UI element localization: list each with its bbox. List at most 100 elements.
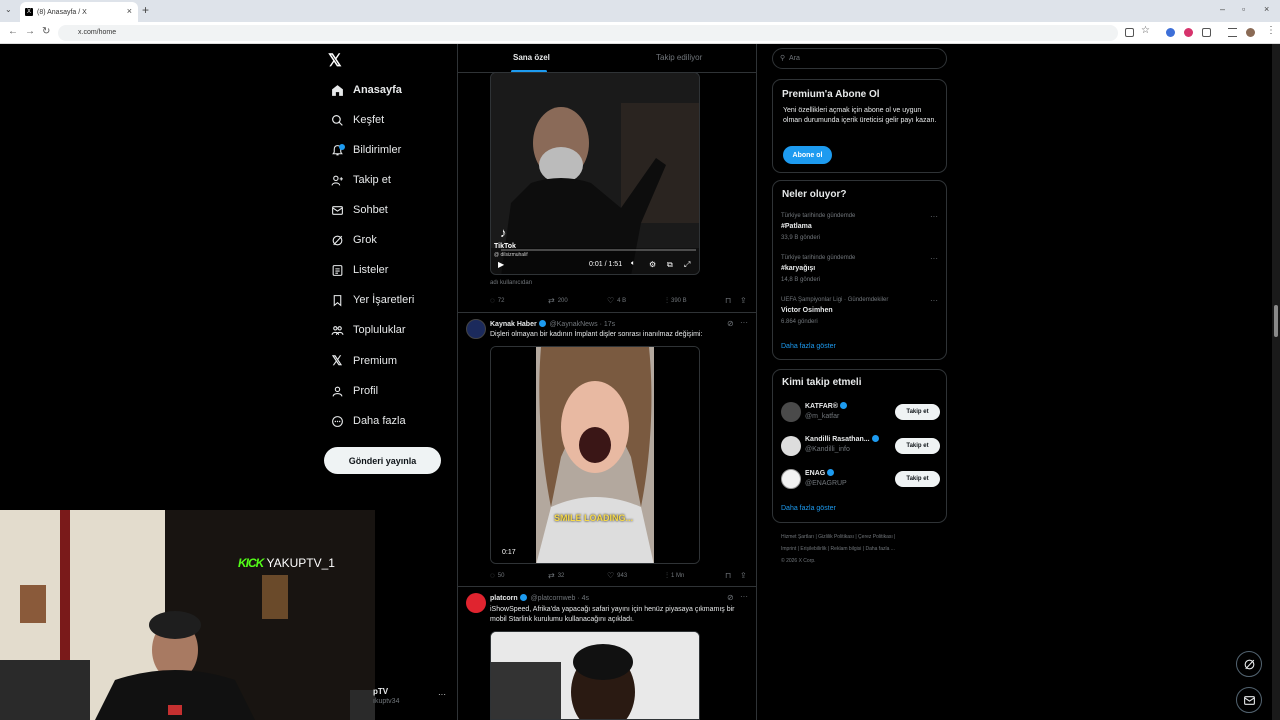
tab-following[interactable]: Takip ediliyor <box>656 53 702 62</box>
tab-close-icon[interactable]: × <box>127 6 132 16</box>
more-icon[interactable]: ··· <box>930 254 938 263</box>
sidebar-item-grok[interactable]: Grok <box>330 230 377 250</box>
bookmark-icon: ⊓ <box>725 296 732 305</box>
subscribe-button[interactable]: Abone ol <box>783 146 832 164</box>
sidebar-item-profile[interactable]: Profil <box>330 381 378 401</box>
trend-title[interactable]: Victor Osimhen <box>781 307 833 314</box>
avatar[interactable] <box>781 402 801 422</box>
post-video[interactable]: ♪ TikTok @ dilsizmuhalif ▶ 0:01 / 1:51 🔈… <box>490 72 700 275</box>
avatar[interactable] <box>466 593 486 613</box>
show-more-link[interactable]: Daha fazla göster <box>781 343 836 350</box>
play-icon[interactable]: ▶ <box>498 260 504 269</box>
star-icon[interactable]: ☆ <box>1141 25 1150 36</box>
post-image[interactable] <box>490 631 700 720</box>
view-count: 1 Mn <box>671 573 685 579</box>
reply-button[interactable]: ◌ 72 <box>490 296 504 305</box>
fullscreen-icon[interactable]: ⤢ <box>684 260 690 270</box>
extensions-icon[interactable] <box>1202 28 1211 37</box>
more-icon[interactable]: ··· <box>740 318 748 327</box>
footer-links[interactable]: Imprint | Erişilebilirlik | Reklam bilgi… <box>781 543 941 555</box>
sidebar-item-communities[interactable]: Topluluklar <box>330 320 406 340</box>
grok-explain-icon[interactable]: ⊘ <box>727 593 734 602</box>
sidebar-item-home[interactable]: Anasayfa <box>330 80 402 100</box>
sidebar-item-label: Daha fazla <box>353 415 406 427</box>
like-button[interactable]: ♡ 4 B <box>607 296 626 305</box>
author-handle[interactable]: @KaynakNews <box>550 321 598 328</box>
like-button[interactable]: ♡ 943 <box>607 571 627 580</box>
views-button[interactable]: ⫶ 1 Mn <box>666 571 684 581</box>
search-input[interactable]: ⚲ Ara <box>772 48 947 69</box>
sidebar-item-follow[interactable]: Takip et <box>330 170 391 190</box>
sidebar-item-notifications[interactable]: Bildirimler <box>330 140 401 160</box>
more-icon[interactable]: ··· <box>930 212 938 221</box>
minimize-icon[interactable]: – <box>1220 4 1225 14</box>
share-button[interactable]: ⇪ <box>740 571 750 580</box>
browser-tab[interactable]: X (8) Anasayfa / X × <box>20 2 138 22</box>
tab-for-you[interactable]: Sana özel <box>513 53 550 62</box>
post-time[interactable]: · 4s <box>577 595 589 602</box>
pip-icon[interactable]: ⧉ <box>667 260 673 270</box>
menu-icon[interactable]: ⋮ <box>1266 25 1276 36</box>
maximize-icon[interactable]: ▫ <box>1242 4 1245 14</box>
sidebar-item-messages[interactable]: Sohbet <box>330 200 388 220</box>
url-text: x.com/home <box>78 29 117 36</box>
messages-float-button[interactable] <box>1236 687 1262 713</box>
sidebar-item-lists[interactable]: Listeler <box>330 260 388 280</box>
volume-icon[interactable]: 🔈︎ <box>631 260 635 268</box>
follow-button[interactable]: Takip et <box>895 438 940 454</box>
more-icon[interactable]: ··· <box>740 592 748 601</box>
forward-icon[interactable]: → <box>25 26 35 37</box>
reload-icon[interactable]: ↻ <box>42 26 50 37</box>
trend-title[interactable]: #karyağışı <box>781 265 815 272</box>
post-button[interactable]: Gönderi yayınla <box>324 447 441 474</box>
share-button[interactable]: ⇪ <box>740 296 750 305</box>
reply-button[interactable]: ◌ 50 <box>490 571 504 580</box>
x-logo-icon[interactable]: 𝕏 <box>328 51 342 71</box>
author-name[interactable]: platcorn <box>490 595 518 602</box>
more-icon[interactable]: ··· <box>930 296 938 305</box>
new-tab-icon[interactable]: + <box>142 3 149 17</box>
feed-tabs: Sana özel Takip ediliyor <box>458 44 757 73</box>
bookmark-button[interactable]: ⊓ <box>725 571 734 580</box>
author-name[interactable]: Kaynak Haber <box>490 321 537 328</box>
follow-button[interactable]: Takip et <box>895 471 940 487</box>
scrollbar-thumb[interactable] <box>1274 305 1278 337</box>
reading-list-icon[interactable] <box>1228 28 1237 37</box>
repost-button[interactable]: ⇄ 200 <box>548 296 568 305</box>
bookmark-button[interactable]: ⊓ <box>725 296 734 305</box>
author-handle[interactable]: @platcornweb <box>531 595 576 602</box>
grok-explain-icon[interactable]: ⊘ <box>727 319 734 328</box>
account-more-icon[interactable]: ··· <box>438 690 446 699</box>
views-button[interactable]: ⫶ 390 B <box>666 296 687 306</box>
post-time[interactable]: · 17s <box>600 321 616 328</box>
repost-button[interactable]: ⇄ 32 <box>548 571 564 580</box>
follow-button[interactable]: Takip et <box>895 404 940 420</box>
footer-links[interactable]: Hizmet Şartları | Gizlilik Politikası | … <box>781 531 941 543</box>
sidebar-item-explore[interactable]: Keşfet <box>330 110 384 130</box>
trend-title[interactable]: #Patlama <box>781 223 812 230</box>
address-bar[interactable]: x.com/home <box>58 25 1118 41</box>
profile-avatar-icon[interactable] <box>1246 28 1255 37</box>
grok-float-button[interactable] <box>1236 651 1262 677</box>
account-name[interactable]: ENAG <box>805 469 836 477</box>
sidebar-item-more[interactable]: Daha fazla <box>330 411 406 431</box>
avatar[interactable] <box>781 469 801 489</box>
account-name[interactable]: Kandilli Rasathan... <box>805 435 881 443</box>
avatar[interactable] <box>781 436 801 456</box>
account-switcher-name[interactable]: pTV <box>373 687 388 696</box>
sidebar-item-premium[interactable]: 𝕏 Premium <box>330 351 397 371</box>
account-switcher-handle[interactable]: ıkuptv34 <box>373 698 399 705</box>
post-video[interactable]: SMILE LOADING... 0:17 <box>490 346 700 564</box>
scrollbar-track[interactable] <box>1272 44 1280 720</box>
avatar[interactable] <box>466 319 486 339</box>
settings-icon[interactable]: ⚙ <box>649 260 656 269</box>
tab-search-icon[interactable]: ⌄ <box>5 5 12 14</box>
extension-1-icon[interactable] <box>1166 28 1175 37</box>
sidebar-item-bookmarks[interactable]: Yer İşaretleri <box>330 290 414 310</box>
show-more-link[interactable]: Daha fazla göster <box>781 505 836 512</box>
account-name[interactable]: KATFAR® <box>805 402 849 410</box>
extension-2-icon[interactable] <box>1184 28 1193 37</box>
back-icon[interactable]: ← <box>8 26 18 37</box>
close-window-icon[interactable]: × <box>1264 4 1269 14</box>
install-icon[interactable] <box>1125 28 1134 37</box>
